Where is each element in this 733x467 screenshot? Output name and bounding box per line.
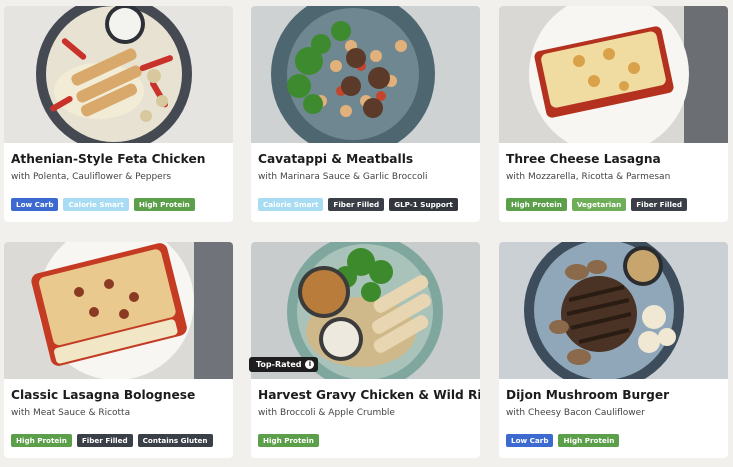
meal-subtitle: with Broccoli & Apple Crumble bbox=[258, 408, 395, 418]
meal-photo bbox=[4, 242, 233, 379]
meal-title[interactable]: Three Cheese Lasagna bbox=[506, 152, 726, 166]
tag-high-protein: High Protein bbox=[133, 198, 195, 211]
info-circle-icon[interactable]: i bbox=[305, 360, 315, 369]
meal-subtitle: with Polenta, Cauliflower & Peppers bbox=[11, 172, 172, 182]
meal-photo bbox=[251, 6, 480, 143]
badge-label: Top-Rated bbox=[256, 360, 302, 369]
meal-title[interactable]: Cavatappi & Meatballs bbox=[258, 152, 478, 166]
meal-title[interactable]: Dijon Mushroom Burger bbox=[506, 388, 726, 402]
meal-card[interactable]: Athenian-Style Feta Chicken with Polenta… bbox=[4, 6, 233, 222]
meal-title[interactable]: Athenian-Style Feta Chicken bbox=[11, 152, 231, 166]
tag-fiber-filled: Fiber Filled bbox=[328, 198, 385, 211]
tag-list: Low Carb High Protein bbox=[506, 434, 620, 447]
tag-high-protein: High Protein bbox=[11, 434, 72, 447]
meal-photo bbox=[499, 6, 728, 143]
tag-list: Calorie Smart Fiber Filled GLP-1 Support bbox=[258, 198, 458, 211]
meal-card[interactable]: Three Cheese Lasagna with Mozzarella, Ri… bbox=[499, 6, 728, 222]
meal-photo bbox=[499, 242, 728, 379]
meal-subtitle: with Marinara Sauce & Garlic Broccoli bbox=[258, 172, 428, 182]
tag-list: Low Carb Calorie Smart High Protein bbox=[11, 198, 195, 211]
tag-list: High Protein bbox=[258, 434, 319, 447]
tag-glp1-support: GLP-1 Support bbox=[389, 198, 458, 211]
tag-calorie-smart: Calorie Smart bbox=[258, 198, 324, 211]
tag-calorie-smart: Calorie Smart bbox=[63, 198, 129, 211]
tag-list: High Protein Vegetarian Fiber Filled bbox=[506, 198, 687, 211]
tag-fiber-filled: Fiber Filled bbox=[76, 434, 133, 447]
tag-vegetarian: Vegetarian bbox=[571, 198, 627, 211]
top-rated-badge[interactable]: Top-Rated i bbox=[249, 357, 319, 372]
meal-card[interactable]: Dijon Mushroom Burger with Cheesy Bacon … bbox=[499, 242, 728, 458]
meal-title[interactable]: Harvest Gravy Chicken & Wild Rice bbox=[258, 388, 480, 402]
tag-high-protein: High Protein bbox=[258, 434, 319, 447]
meal-subtitle: with Mozzarella, Ricotta & Parmesan bbox=[506, 172, 671, 182]
meal-title[interactable]: Classic Lasagna Bolognese bbox=[11, 388, 231, 402]
tag-fiber-filled: Fiber Filled bbox=[631, 198, 687, 211]
tag-high-protein: High Protein bbox=[558, 434, 620, 447]
meal-card[interactable]: Harvest Gravy Chicken & Wild Rice with B… bbox=[251, 242, 480, 458]
tag-list: High Protein Fiber Filled Contains Glute… bbox=[11, 434, 213, 447]
tag-high-protein: High Protein bbox=[506, 198, 567, 211]
tag-low-carb: Low Carb bbox=[11, 198, 59, 211]
meal-card[interactable]: Classic Lasagna Bolognese with Meat Sauc… bbox=[4, 242, 233, 458]
meal-card[interactable]: Cavatappi & Meatballs with Marinara Sauc… bbox=[251, 6, 480, 222]
meal-subtitle: with Meat Sauce & Ricotta bbox=[11, 408, 131, 418]
tag-low-carb: Low Carb bbox=[506, 434, 554, 447]
tag-contains-gluten: Contains Gluten bbox=[137, 434, 213, 447]
meal-photo bbox=[4, 6, 233, 143]
meal-subtitle: with Cheesy Bacon Cauliflower bbox=[506, 408, 645, 418]
